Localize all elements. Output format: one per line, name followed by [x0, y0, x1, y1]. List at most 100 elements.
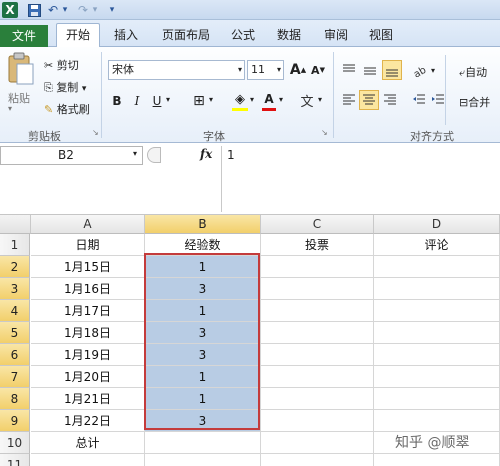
wrap-text-button[interactable]: ⤶自动: [459, 64, 487, 80]
font-size-box[interactable]: 11 ▾: [247, 60, 284, 80]
copy-button[interactable]: ⎘ 复制 ▾: [44, 79, 86, 95]
cell[interactable]: 1月17日: [31, 300, 145, 322]
cell[interactable]: [261, 300, 374, 322]
row-header[interactable]: 2: [0, 256, 30, 278]
cell[interactable]: [374, 322, 500, 344]
clipboard-launcher-icon[interactable]: ↘: [92, 128, 99, 137]
row-header[interactable]: 6: [0, 344, 30, 366]
column-header-a[interactable]: A: [31, 215, 145, 234]
align-bottom-button[interactable]: [382, 60, 402, 80]
borders-button[interactable]: ⊞: [190, 92, 208, 110]
cell[interactable]: [374, 454, 500, 466]
column-header-c[interactable]: C: [261, 215, 374, 234]
phonetic-button[interactable]: 文: [298, 90, 316, 110]
cell[interactable]: 3: [145, 322, 261, 344]
align-center-button[interactable]: [359, 90, 379, 110]
customize-toolbar-icon[interactable]: ▾: [106, 2, 118, 18]
font-launcher-icon[interactable]: ↘: [321, 128, 328, 137]
cell[interactable]: 总计: [31, 432, 145, 454]
cell[interactable]: 1月20日: [31, 366, 145, 388]
cell[interactable]: 1月21日: [31, 388, 145, 410]
cell[interactable]: 日期: [31, 234, 145, 256]
cell[interactable]: [374, 366, 500, 388]
underline-dropdown-icon[interactable]: ▾: [166, 95, 170, 104]
font-size-dropdown-icon[interactable]: ▾: [277, 61, 281, 79]
grow-font-button[interactable]: A ▲: [290, 60, 306, 80]
redo-icon[interactable]: ↷: [76, 2, 90, 18]
align-left-button[interactable]: [341, 92, 357, 108]
cell[interactable]: [145, 454, 261, 466]
row-header[interactable]: 10: [0, 432, 30, 454]
cell[interactable]: [31, 454, 145, 466]
cell[interactable]: [261, 256, 374, 278]
cell[interactable]: [261, 366, 374, 388]
cell[interactable]: 1月19日: [31, 344, 145, 366]
font-color-dropdown-icon[interactable]: ▾: [279, 95, 283, 104]
cell[interactable]: 投票: [261, 234, 374, 256]
formula-bar-grip[interactable]: [147, 147, 161, 163]
name-box-dropdown-icon[interactable]: ▾: [133, 149, 137, 158]
align-top-button[interactable]: [341, 62, 357, 78]
cell[interactable]: 1: [145, 256, 261, 278]
increase-indent-button[interactable]: [430, 92, 446, 108]
row-header[interactable]: 7: [0, 366, 30, 388]
row-header[interactable]: 5: [0, 322, 30, 344]
cell[interactable]: 3: [145, 278, 261, 300]
paste-button[interactable]: [5, 52, 35, 88]
cell[interactable]: 1月15日: [31, 256, 145, 278]
bold-button[interactable]: B: [110, 92, 124, 110]
phonetic-dropdown-icon[interactable]: ▾: [318, 95, 322, 104]
italic-button[interactable]: I: [130, 92, 144, 110]
tab-formulas[interactable]: 公式: [226, 26, 260, 46]
cell[interactable]: [374, 388, 500, 410]
row-header[interactable]: 11: [0, 454, 30, 466]
cell[interactable]: 1: [145, 300, 261, 322]
column-header-b[interactable]: B: [145, 215, 261, 234]
underline-button[interactable]: U: [150, 92, 164, 110]
paste-dropdown-icon[interactable]: ▾: [8, 104, 12, 113]
tab-data[interactable]: 数据: [270, 26, 308, 46]
orientation-dropdown-icon[interactable]: ▾: [431, 66, 435, 75]
fill-color-dropdown-icon[interactable]: ▾: [250, 95, 254, 104]
row-header[interactable]: 3: [0, 278, 30, 300]
cell[interactable]: 1月16日: [31, 278, 145, 300]
row-header[interactable]: 8: [0, 388, 30, 410]
font-color-button[interactable]: A: [262, 90, 276, 108]
tab-insert[interactable]: 插入: [108, 26, 144, 46]
align-middle-button[interactable]: [362, 62, 378, 78]
tab-review[interactable]: 审阅: [318, 26, 354, 46]
cell[interactable]: [261, 322, 374, 344]
cell[interactable]: 3: [145, 344, 261, 366]
row-header[interactable]: 9: [0, 410, 30, 432]
cell[interactable]: [261, 278, 374, 300]
row-header[interactable]: 1: [0, 234, 30, 256]
cell[interactable]: [374, 256, 500, 278]
format-painter-button[interactable]: ✎ 格式刷: [44, 101, 90, 117]
borders-dropdown-icon[interactable]: ▾: [209, 95, 213, 104]
cut-button[interactable]: ✂ 剪切: [44, 57, 79, 73]
undo-dropdown-icon[interactable]: ▾: [60, 2, 70, 18]
cell[interactable]: [374, 278, 500, 300]
cell[interactable]: 经验数: [145, 234, 261, 256]
cell[interactable]: [261, 454, 374, 466]
cell[interactable]: [261, 344, 374, 366]
redo-dropdown-icon[interactable]: ▾: [90, 2, 100, 18]
cell[interactable]: [374, 344, 500, 366]
cell[interactable]: [261, 432, 374, 454]
select-all-corner[interactable]: [0, 215, 31, 234]
cell[interactable]: [261, 388, 374, 410]
undo-icon[interactable]: ↶: [46, 2, 60, 18]
cell[interactable]: 3: [145, 410, 261, 432]
formula-input[interactable]: 1: [227, 148, 235, 162]
tab-page-layout[interactable]: 页面布局: [155, 26, 217, 46]
insert-function-button[interactable]: fx: [200, 147, 212, 161]
cell[interactable]: 1月22日: [31, 410, 145, 432]
shrink-font-button[interactable]: A ▼: [310, 60, 326, 80]
row-header[interactable]: 4: [0, 300, 30, 322]
column-header-d[interactable]: D: [374, 215, 500, 234]
tab-file[interactable]: 文件: [0, 25, 48, 47]
cell[interactable]: [374, 300, 500, 322]
cell[interactable]: [145, 432, 261, 454]
copy-dropdown-icon[interactable]: ▾: [82, 84, 87, 94]
merge-center-button[interactable]: ⊟合并: [459, 94, 490, 110]
